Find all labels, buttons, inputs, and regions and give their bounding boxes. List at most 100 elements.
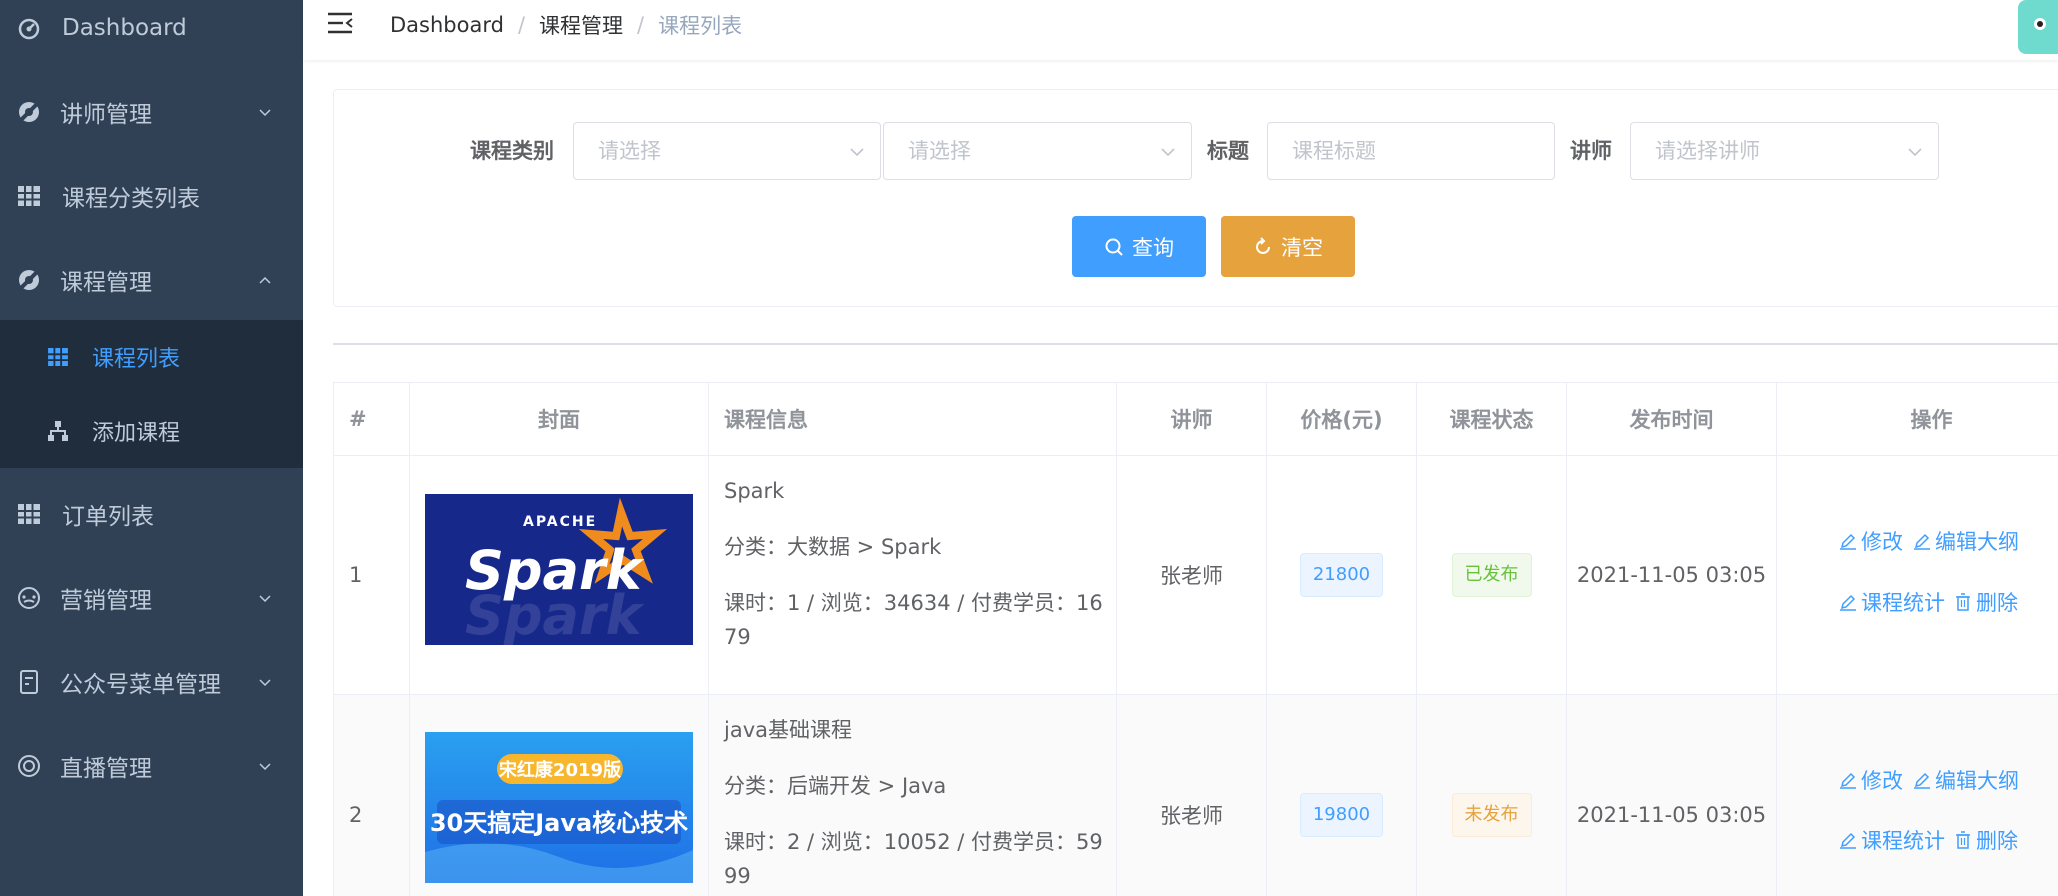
cover-title: 30天搞定Java核心技术 (430, 809, 688, 837)
course-category: 分类：后端开发 > Java (724, 774, 947, 798)
column-header: 价格(元) (1267, 383, 1417, 456)
delete-link[interactable]: 删除 (1954, 587, 2018, 617)
select-placeholder: 请选择 (908, 139, 971, 163)
chevron-down-icon (1161, 148, 1175, 157)
chevron-down-icon (259, 679, 271, 687)
edit-icon (1840, 533, 1856, 550)
select-placeholder: 请选择 (598, 139, 661, 163)
breadcrumb: Dashboard / 课程管理 / 课程列表 (390, 10, 742, 40)
sidebar-item-course-mgmt[interactable]: 课程管理 (0, 238, 303, 322)
sidebar-item-orders[interactable]: 订单列表 (0, 472, 303, 556)
column-header: 课程状态 (1417, 383, 1567, 456)
cover-title-reflection: Spark (465, 584, 645, 645)
delete-link[interactable]: 删除 (1954, 825, 2018, 855)
delete-label: 删除 (1976, 829, 2018, 853)
teacher-cell: 张老师 (1117, 456, 1267, 695)
trash-icon (1956, 831, 1970, 849)
edit-label: 修改 (1861, 769, 1903, 793)
clear-button-label: 清空 (1281, 235, 1323, 260)
lifebuoy-icon (16, 99, 42, 125)
status-badge: 未发布 (1451, 792, 1532, 837)
stats-label: 课程统计 (1861, 591, 1945, 615)
trash-icon (1956, 593, 1970, 611)
row-actions: 修改 编辑大纲 课程统计 删除 (1839, 695, 2058, 896)
breadcrumb-course-mgmt[interactable]: 课程管理 (539, 10, 623, 40)
breadcrumb-dashboard[interactable]: Dashboard (390, 13, 504, 37)
dashboard-icon (16, 15, 42, 41)
stats-link[interactable]: 课程统计 (1839, 825, 1945, 855)
teacher-label: 讲师 (1570, 139, 1612, 163)
actions-cell: 修改 编辑大纲 课程统计 删除 (1777, 456, 2058, 695)
submenu: 课程列表 添加课程 (0, 320, 303, 468)
divider (333, 343, 2058, 345)
sidebar-item-marketing[interactable]: 营销管理 (0, 556, 303, 640)
breadcrumb-current: 课程列表 (658, 14, 743, 38)
category-label: 课程类别 (470, 139, 554, 163)
course-cover[interactable]: APACHE Spark Spark (425, 494, 693, 645)
edit-outline-label: 编辑大纲 (1935, 530, 2019, 554)
cover-subtext: APACHE (523, 514, 597, 530)
table-icon (46, 345, 70, 369)
sidebar-item-label: 课程管理 (60, 270, 152, 296)
price-tag: 19800 (1299, 792, 1384, 837)
input-placeholder: 课程标题 (1292, 139, 1376, 163)
sidebar-item-add-course[interactable]: 添加课程 (0, 394, 303, 468)
delete-label: 删除 (1976, 591, 2018, 615)
chevron-down-icon (850, 148, 864, 157)
document-icon (16, 669, 42, 695)
stats-link[interactable]: 课程统计 (1839, 587, 1945, 617)
title-input[interactable]: 课程标题 (1267, 122, 1555, 180)
avatar[interactable] (2018, 0, 2058, 54)
sidebar-item-label: 直播管理 (60, 756, 152, 782)
hamburger-icon[interactable] (327, 10, 353, 36)
gauge-icon (16, 585, 42, 611)
edit-icon (1914, 533, 1930, 550)
category-select-primary[interactable]: 请选择 (573, 122, 881, 180)
lifebuoy-icon (16, 267, 42, 293)
refresh-icon (1256, 236, 1270, 254)
column-header: 讲师 (1117, 383, 1267, 456)
status-cell: 已发布 (1417, 456, 1567, 695)
course-title: Spark (724, 479, 785, 503)
teacher-select[interactable]: 请选择讲师 (1630, 122, 1939, 180)
actions-cell: 修改 编辑大纲 课程统计 删除 (1777, 695, 2058, 896)
edit-icon (1840, 772, 1856, 789)
search-icon (1105, 238, 1123, 256)
stats-label: 课程统计 (1861, 829, 1945, 853)
query-button-label: 查询 (1132, 235, 1174, 260)
course-title: java基础课程 (724, 718, 852, 742)
select-placeholder: 请选择讲师 (1655, 139, 1760, 163)
table-icon (16, 501, 42, 527)
table-icon (16, 183, 42, 209)
edit-outline-link[interactable]: 编辑大纲 (1913, 765, 2019, 795)
chevron-down-icon (259, 763, 271, 771)
edit-link[interactable]: 修改 (1839, 526, 1903, 556)
sidebar-item-label: 公众号菜单管理 (60, 672, 221, 698)
sidebar-item-dashboard[interactable]: Dashboard (0, 0, 303, 70)
sidebar-item-wechat-menu[interactable]: 公众号菜单管理 (0, 640, 303, 724)
sidebar-item-label: 课程列表 (92, 347, 181, 372)
edit-label: 修改 (1861, 530, 1903, 554)
sidebar-item-label: 添加课程 (92, 421, 181, 446)
column-header: 课程信息 (709, 383, 1117, 456)
column-header: 封面 (410, 383, 709, 456)
clear-button[interactable]: 清空 (1221, 216, 1355, 277)
edit-outline-label: 编辑大纲 (1935, 769, 2019, 793)
edit-outline-link[interactable]: 编辑大纲 (1913, 526, 2019, 556)
sidebar-item-teacher[interactable]: 讲师管理 (0, 70, 303, 154)
course-cover[interactable]: 宋红康2019版 30天搞定Java核心技术 (425, 732, 693, 883)
column-header: 发布时间 (1567, 383, 1777, 456)
query-button[interactable]: 查询 (1072, 216, 1206, 277)
sidebar-item-live[interactable]: 直播管理 (0, 724, 303, 808)
column-header: # (334, 383, 410, 456)
edit-link[interactable]: 修改 (1839, 765, 1903, 795)
headset-icon (16, 753, 42, 779)
edit-icon (1840, 594, 1856, 611)
cover-cell: 宋红康2019版 30天搞定Java核心技术 (410, 695, 709, 896)
category-select-secondary[interactable]: 请选择 (883, 122, 1192, 180)
edit-icon (1914, 772, 1930, 789)
row-index: 2 (334, 695, 410, 896)
sidebar-item-course-list[interactable]: 课程列表 (0, 320, 303, 394)
sidebar-item-category[interactable]: 课程分类列表 (0, 154, 303, 238)
sidebar-item-label: Dashboard (62, 15, 187, 41)
